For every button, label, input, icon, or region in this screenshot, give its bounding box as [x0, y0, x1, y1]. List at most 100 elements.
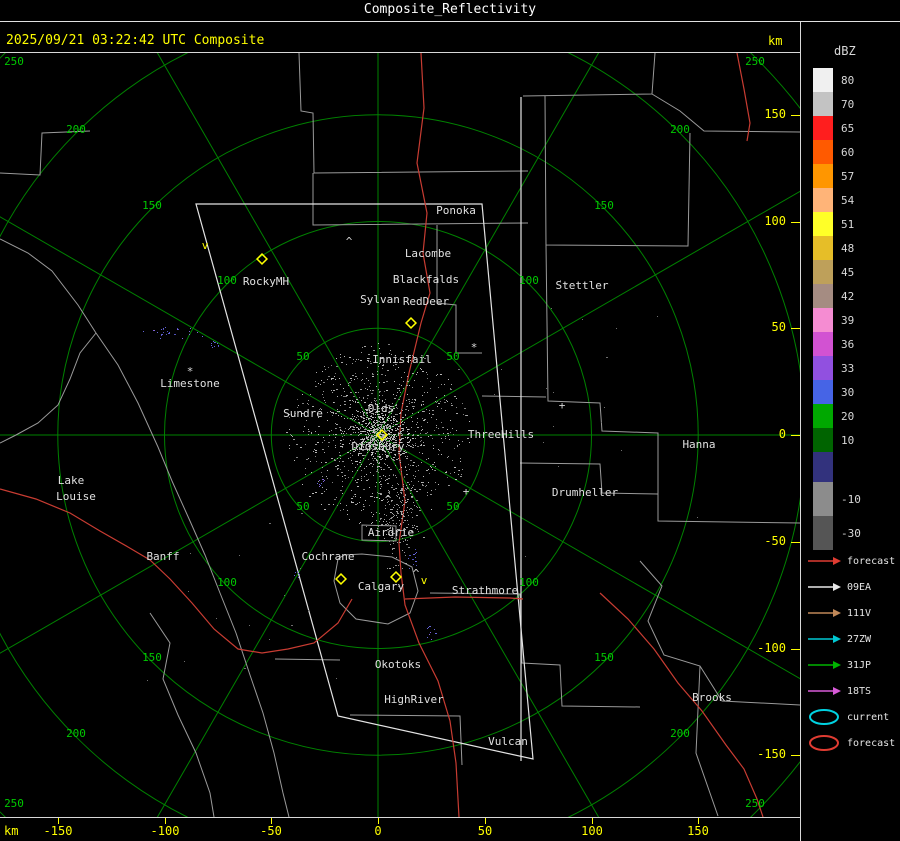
ring-distance-label: 200	[66, 727, 86, 740]
legend-item: 09EA	[807, 574, 895, 600]
colorbar-value-label: 51	[841, 217, 855, 231]
colorbar-swatch	[813, 260, 833, 284]
ring-distance-label: 100	[217, 274, 237, 287]
colorbar-swatch	[813, 332, 833, 356]
legend-ellipse-icon	[809, 735, 839, 751]
x-tick-label: -150	[43, 824, 73, 838]
city-label: Lake	[58, 474, 85, 487]
city-label: Stettler	[556, 279, 609, 292]
range-spoke	[377, 434, 801, 680]
city-label: Cochrane	[302, 550, 355, 563]
legend-item: forecast	[807, 548, 895, 574]
y-axis-unit-label: km	[768, 34, 783, 48]
city-label: Okotoks	[375, 658, 421, 671]
x-tick-label: 50	[477, 824, 493, 838]
point-symbol: ^	[413, 567, 420, 580]
range-spoke	[156, 434, 379, 817]
ring-distance-label: 200	[670, 123, 690, 136]
title-bar: Composite_Reflectivity	[0, 0, 900, 22]
colorbar-swatch	[813, 236, 833, 260]
colorbar-swatch	[813, 404, 833, 428]
colorbar-value-label: 60	[841, 145, 855, 159]
colorbar-entry: 57	[813, 164, 861, 188]
city-label: Calgary	[358, 580, 405, 593]
county-boundary	[0, 238, 290, 817]
city-label: ThreeHills	[468, 428, 534, 441]
legend-sidebar: dBZ 80 70 65 60 57 54 51 48 45 42 39 36 33 30 20 10 -10 -…	[800, 22, 900, 841]
colorbar-swatch	[813, 516, 833, 550]
ring-distance-label: 100	[217, 576, 237, 589]
point-symbol: *	[471, 341, 478, 354]
city-label: Vulcan	[488, 735, 528, 748]
colorbar-entry: -30	[813, 516, 861, 550]
radar-map-display[interactable]: 50 50 50 50 100 100 100 100 150 150 150 150 200 200 20…	[0, 52, 801, 818]
point-symbol: ^	[385, 493, 392, 506]
colorbar-entry: 30	[813, 380, 861, 404]
colorbar-value-label: 36	[841, 337, 855, 351]
colorbar-entry: 33	[813, 356, 861, 380]
range-spoke	[377, 53, 600, 436]
ring-distance-label: 200	[670, 727, 690, 740]
colorbar-swatch	[813, 356, 833, 380]
ring-distance-label: 150	[142, 199, 162, 212]
legend-label: 09EA	[847, 581, 872, 593]
city-label: RockyMH	[243, 275, 289, 288]
county-boundary	[522, 53, 656, 97]
colorbar-value-label: 57	[841, 169, 855, 183]
legend-arrow-icon	[808, 635, 841, 643]
x-axis-unit-label: km	[4, 824, 19, 838]
county-boundary	[274, 658, 341, 661]
colorbar-value-label: 80	[841, 73, 855, 87]
colorbar-entry: 54	[813, 188, 861, 212]
legend-label: 31JP	[847, 659, 872, 671]
colorbar-swatch	[813, 116, 833, 140]
colorbar-value-label: 70	[841, 97, 855, 111]
legend-label: forecast	[847, 737, 896, 749]
city-label: HighRiver	[384, 693, 444, 706]
colorbar-entry: 36	[813, 332, 861, 356]
range-spoke	[0, 434, 379, 654]
city-label: Louise	[56, 490, 96, 503]
colorbar-swatch	[813, 92, 833, 116]
legend-arrow-icon	[808, 661, 841, 669]
city-label: Strathmore	[452, 584, 518, 597]
legend-ellipse-icon	[809, 709, 839, 725]
legend-item: 31JP	[807, 652, 895, 678]
colorbar-value-label: -10	[841, 492, 861, 506]
colorbar-swatch	[813, 428, 833, 452]
x-tick-label: -50	[260, 824, 282, 838]
point-symbol: ^	[346, 235, 353, 248]
colorbar-entry: 42	[813, 284, 861, 308]
colorbar-value-label: 20	[841, 409, 855, 423]
colorbar-value-label: -30	[841, 526, 861, 540]
range-spoke	[0, 216, 379, 436]
colorbar-swatch	[813, 164, 833, 188]
colorbar-swatch	[813, 140, 833, 164]
colorbar-entry: 39	[813, 308, 861, 332]
legend-item: 27ZW	[807, 626, 895, 652]
legend-item: forecast	[807, 730, 895, 756]
legend-label: 18TS	[847, 685, 872, 697]
legend-arrow-icon	[808, 557, 841, 565]
colorbar-entry: 80	[813, 68, 861, 92]
colorbar-entry: 10	[813, 428, 861, 452]
point-symbol: v	[421, 574, 428, 587]
range-spoke	[156, 53, 379, 436]
city-label: Limestone	[160, 377, 220, 390]
radar-site-marker	[404, 316, 418, 330]
colorbar-value-label: 65	[841, 121, 855, 135]
x-tick-label: 0	[374, 824, 382, 838]
point-symbol: v	[202, 239, 209, 252]
ring-distance-label: 250	[4, 797, 24, 810]
window-title: Composite_Reflectivity	[363, 2, 537, 17]
radar-echoes-layer	[143, 280, 698, 681]
ring-distance-label: 50	[446, 500, 459, 513]
ring-distance-label: 150	[142, 651, 162, 664]
ring-distance-label: 200	[66, 123, 86, 136]
point-symbol: +	[559, 399, 566, 412]
county-boundary	[429, 592, 641, 708]
county-boundary	[0, 332, 97, 444]
colorbar-value-label: 33	[841, 361, 855, 375]
legend-label: 111V	[847, 607, 872, 619]
city-label: Lacombe	[405, 247, 451, 260]
